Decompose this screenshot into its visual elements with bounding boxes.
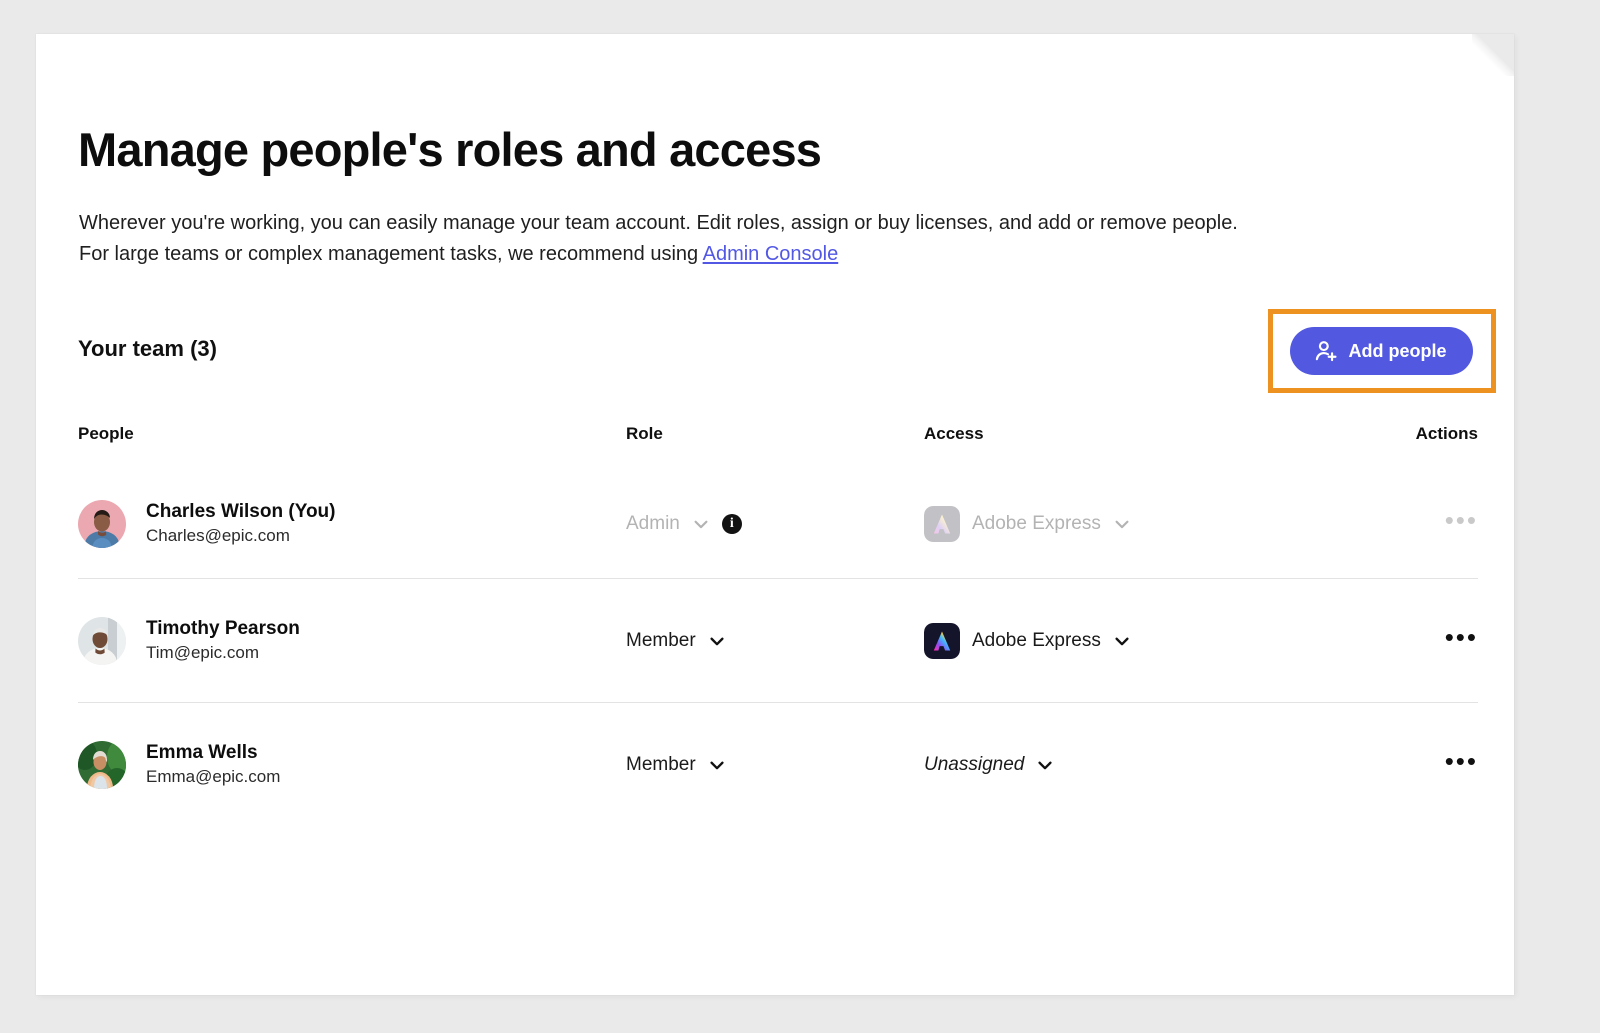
page-title: Manage people's roles and access [78, 123, 822, 176]
table-row: Emma Wells Emma@epic.com Member Unassign… [78, 702, 1478, 826]
info-icon[interactable]: i [721, 514, 742, 534]
person-identity: Emma Wells Emma@epic.com [146, 741, 280, 789]
avatar-charles [78, 500, 126, 548]
column-header-people: People [78, 424, 134, 443]
access-cell: Adobe Express [924, 506, 1131, 542]
actions-cell: ••• [1350, 505, 1478, 535]
person-email: Charles@epic.com [146, 526, 290, 545]
chevron-down-icon [1113, 632, 1131, 650]
page-description-line2: For large teams or complex management ta… [79, 243, 703, 265]
more-options-icon[interactable]: ••• [1445, 624, 1478, 650]
chevron-down-icon [692, 515, 710, 533]
more-options-icon[interactable]: ••• [1445, 748, 1478, 774]
manage-people-card: Manage people's roles and access Whereve… [36, 34, 1514, 995]
column-header-role: Role [626, 424, 663, 443]
chevron-down-icon [1113, 515, 1131, 533]
access-value: Adobe Express [972, 629, 1101, 651]
role-cell: Admin i [626, 513, 742, 535]
access-dropdown[interactable]: Adobe Express [924, 622, 1131, 659]
person-cell: Emma Wells Emma@epic.com [78, 740, 280, 789]
role-cell: Member [626, 630, 726, 652]
access-cell: Adobe Express [924, 622, 1131, 659]
team-table: People Role Access Actions Charles Wilso… [78, 424, 1478, 826]
role-dropdown[interactable]: Member [626, 754, 726, 776]
avatar-emma [78, 740, 126, 789]
column-header-access: Access [924, 424, 984, 443]
chevron-down-icon [1036, 756, 1054, 774]
add-people-highlight: Add people [1268, 309, 1496, 393]
person-email: Emma@epic.com [146, 766, 281, 786]
table-header-row: People Role Access Actions [78, 424, 1478, 470]
table-row: Charles Wilson (You) Charles@epic.com Ad… [78, 470, 1478, 578]
access-dropdown: Adobe Express [924, 506, 1131, 542]
page-corner-curl [1472, 34, 1514, 76]
add-person-icon [1313, 338, 1339, 364]
person-name: Charles Wilson (You) [146, 501, 336, 522]
page-description-line1: Wherever you're working, you can easily … [79, 212, 1238, 234]
role-value: Admin [626, 513, 680, 534]
access-value: Adobe Express [972, 513, 1101, 534]
person-name: Emma Wells [146, 741, 258, 763]
add-people-label: Add people [1348, 340, 1447, 361]
person-email: Tim@epic.com [146, 642, 259, 662]
avatar-timothy [78, 616, 126, 665]
role-dropdown[interactable]: Member [626, 630, 726, 652]
page-description: Wherever you're working, you can easily … [79, 208, 1419, 270]
chevron-down-icon [708, 632, 726, 650]
actions-cell: ••• [1350, 624, 1478, 651]
column-header-actions: Actions [1415, 424, 1478, 443]
role-cell: Member [626, 754, 726, 776]
more-options-icon: ••• [1444, 505, 1478, 535]
person-identity: Timothy Pearson Tim@epic.com [146, 617, 300, 665]
role-value: Member [626, 753, 696, 775]
person-name: Timothy Pearson [146, 617, 300, 639]
adobe-express-icon [924, 622, 960, 659]
access-cell: Unassigned [924, 754, 1054, 776]
chevron-down-icon [708, 756, 726, 774]
role-dropdown: Admin i [626, 513, 742, 535]
actions-cell: ••• [1350, 748, 1478, 775]
admin-console-link[interactable]: Admin Console [703, 243, 839, 265]
person-cell: Charles Wilson (You) Charles@epic.com [78, 500, 336, 548]
person-identity: Charles Wilson (You) Charles@epic.com [146, 500, 336, 548]
table-row: Timothy Pearson Tim@epic.com Member Adob… [78, 578, 1478, 702]
access-dropdown[interactable]: Unassigned [924, 754, 1054, 776]
team-heading: Your team (3) [78, 336, 217, 361]
adobe-express-icon [924, 506, 960, 542]
access-value: Unassigned [924, 753, 1025, 775]
role-value: Member [626, 629, 696, 651]
add-people-button[interactable]: Add people [1290, 327, 1473, 375]
person-cell: Timothy Pearson Tim@epic.com [78, 616, 300, 665]
